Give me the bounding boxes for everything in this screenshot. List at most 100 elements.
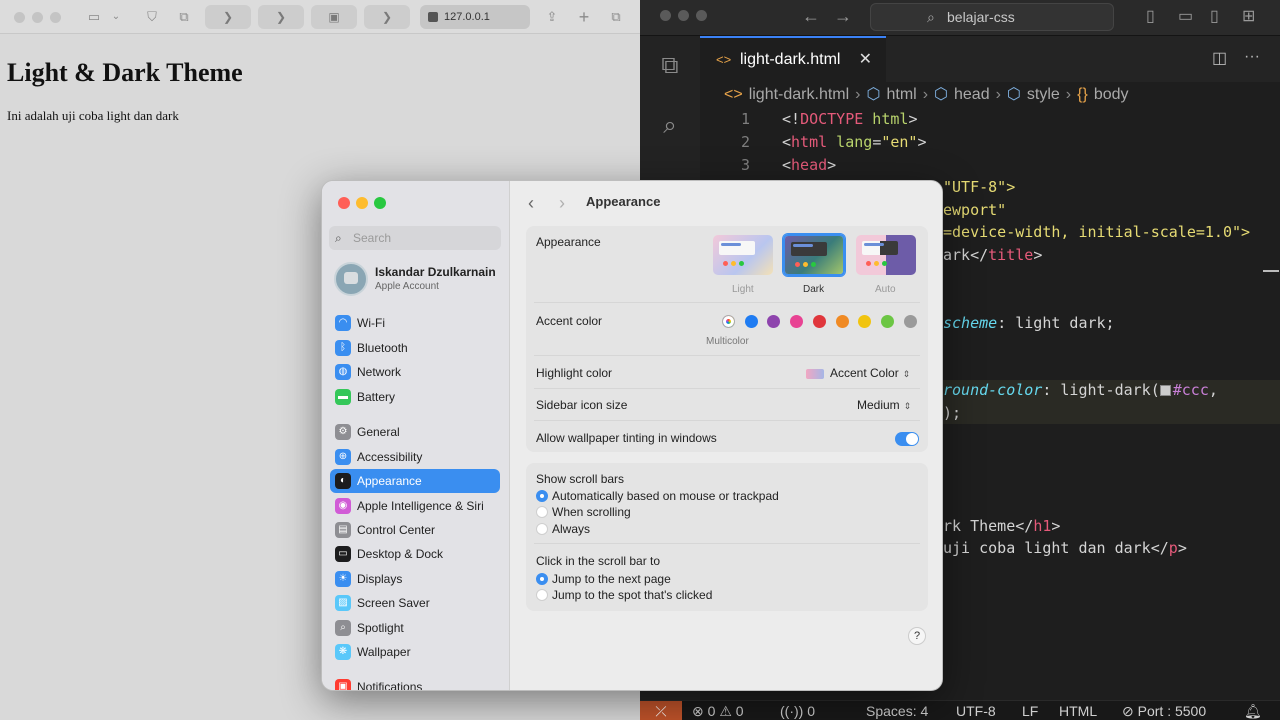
accent-swatch[interactable] [744,315,758,328]
layout-icon[interactable]: ⊞ [1242,6,1255,26]
minimize-button[interactable] [32,12,43,23]
code-fragment-title: ark</title> [943,244,1042,266]
accent-swatch[interactable] [812,315,826,328]
theme-dark-thumbnail[interactable] [783,234,845,276]
breadcrumb-style[interactable]: style [1027,86,1060,103]
sidebar-item-appearance[interactable]: ◐ Appearance [330,469,500,493]
tab-terminal-1[interactable]: ❯ [205,5,251,29]
shield-icon[interactable]: ⛉ [142,7,162,27]
close-button[interactable] [660,10,671,21]
theme-light-thumbnail[interactable] [713,235,773,275]
theme-auto-thumbnail[interactable] [856,235,916,275]
code-token: ark</ [943,246,989,264]
close-button[interactable] [14,12,25,23]
search-icon[interactable]: ⌕ [656,112,684,140]
zoom-button[interactable] [50,12,61,23]
tab-page-3[interactable]: ▣ [311,5,357,29]
tab-terminal-4[interactable]: ❯ [364,5,410,29]
sidebar-item-notifications[interactable]: ▣ Notifications [330,675,500,690]
tab-terminal-2[interactable]: ❯ [258,5,304,29]
remote-icon[interactable]: ⤫ [640,701,682,720]
sidebar-item-wi-fi[interactable]: ◠ Wi-Fi [330,311,500,335]
accent-swatch[interactable] [903,315,917,328]
sidebar-item-general[interactable]: ⚙ General [330,420,500,444]
radio-auto[interactable] [536,490,548,502]
breadcrumb-head[interactable]: head [954,86,990,103]
color-swatch-icon[interactable] [1159,385,1171,396]
sidebar-item-bluetooth[interactable]: ᛒ Bluetooth [330,336,500,360]
toggle-sidebar-icon[interactable]: ▯ [1146,6,1155,26]
sidebar-item-control-center[interactable]: ▤ Control Center [330,518,500,542]
address-bar[interactable]: 127.0.0.1 [420,5,530,29]
highlight-color-popup[interactable]: Accent Color ⇕ [806,366,910,380]
breadcrumb-body[interactable]: body [1094,86,1129,103]
accent-swatch[interactable] [790,315,804,328]
scroll-indicator[interactable] [1263,270,1279,272]
sidebar-item-apple-intelligence-siri[interactable]: ◉ Apple Intelligence & Siri [330,494,500,518]
toggle-secondary-sidebar-icon[interactable]: ▯ [1210,6,1219,26]
sidebar-item-network[interactable]: ◍ Network [330,360,500,384]
radio-always[interactable] [536,523,548,535]
new-tab-icon[interactable]: + [574,7,594,27]
accent-swatch[interactable] [880,315,894,328]
radio-next-page[interactable] [536,573,548,585]
sidebar-icon-size-popup[interactable]: Medium ⇕ [857,398,911,412]
code-token: uji coba light dan dark</ [943,539,1169,557]
ports-indicator[interactable]: ((·)) 0 [780,701,815,720]
back-arrow-icon[interactable]: ← [802,6,820,27]
explorer-icon[interactable]: ⧉ [656,52,684,80]
close-icon[interactable]: ✕ [859,38,872,82]
sidebar-item-screen-saver[interactable]: ▨ Screen Saver [330,591,500,615]
code-fragment-h1: rk Theme</h1> [943,515,1060,537]
zoom-button[interactable] [374,197,386,209]
sidebar-item-displays[interactable]: ☀ Displays [330,567,500,591]
code-line-3[interactable]: 3 <head> [700,154,836,176]
sidebar-item-accessibility[interactable]: ⊕ Accessibility [330,445,500,469]
forward-arrow-icon[interactable]: → [834,6,852,27]
wallpaper-tinting-toggle[interactable] [895,432,919,446]
theme-dark-label: Dark [803,284,825,295]
indentation-status[interactable]: Spaces: 4 [866,701,928,720]
code-line-2[interactable]: 2 <html lang="en"> [700,131,927,153]
language-status[interactable]: HTML [1059,701,1097,720]
sidebar-item-battery[interactable]: ▬ Battery [330,385,500,409]
split-editor-icon[interactable]: ◫ [1212,48,1227,68]
share-icon[interactable]: ⇪ [542,7,562,27]
breadcrumb-file[interactable]: light-dark.html [749,86,849,103]
forward-chevron-icon[interactable]: › [559,193,565,214]
tab-overview-icon[interactable]: ⧉ [174,7,194,27]
help-button[interactable]: ? [908,627,926,645]
accent-swatch-multicolor[interactable] [722,315,735,328]
back-chevron-icon[interactable]: ‹ [528,193,534,214]
chevron-down-icon[interactable]: ⌄ [110,7,122,27]
avatar [334,262,368,296]
radio-spot-clicked[interactable] [536,589,548,601]
minimize-button[interactable] [356,197,368,209]
accent-swatch[interactable] [835,315,849,328]
zoom-button[interactable] [696,10,707,21]
apple-account-item[interactable]: Iskandar Dzulkarnain Apple Account [334,261,504,297]
radio-when-scrolling[interactable] [536,506,548,518]
highlight-swatch [806,368,824,379]
broadcast-icon: ((·)) [780,703,804,719]
toggle-panel-icon[interactable]: ▭ [1178,6,1193,26]
tabs-icon[interactable]: ⧉ [606,7,626,27]
settings-search-input[interactable]: ⌕ Search [329,226,501,250]
sidebar-toggle-icon[interactable]: ▭ [84,7,104,27]
command-center-search[interactable]: ⌕ belajar-css [870,3,1114,31]
sidebar-item-desktop-dock[interactable]: ▭ Desktop & Dock [330,542,500,566]
live-server-status[interactable]: ⊘ Port : 5500 [1122,701,1206,720]
eol-status[interactable]: LF [1022,701,1038,720]
notifications-bell-icon[interactable]: 🔔︎ [1244,701,1262,720]
more-actions-icon[interactable]: ··· [1244,48,1260,66]
code-line-1[interactable]: 1 <!DOCTYPE html> [700,108,918,130]
tab-light-dark-html[interactable]: <> light-dark.html ✕ [700,36,886,82]
problems-indicator[interactable]: ⊗ 0 ⚠ 0 [692,701,744,720]
minimize-button[interactable] [678,10,689,21]
close-button[interactable] [338,197,350,209]
sidebar-item-spotlight[interactable]: ⌕ Spotlight [330,616,500,640]
breadcrumb-html[interactable]: html [886,86,916,103]
encoding-status[interactable]: UTF-8 [956,701,996,720]
sidebar-item-wallpaper[interactable]: ❋ Wallpaper [330,640,500,664]
code-token: #ccc [1172,381,1209,399]
